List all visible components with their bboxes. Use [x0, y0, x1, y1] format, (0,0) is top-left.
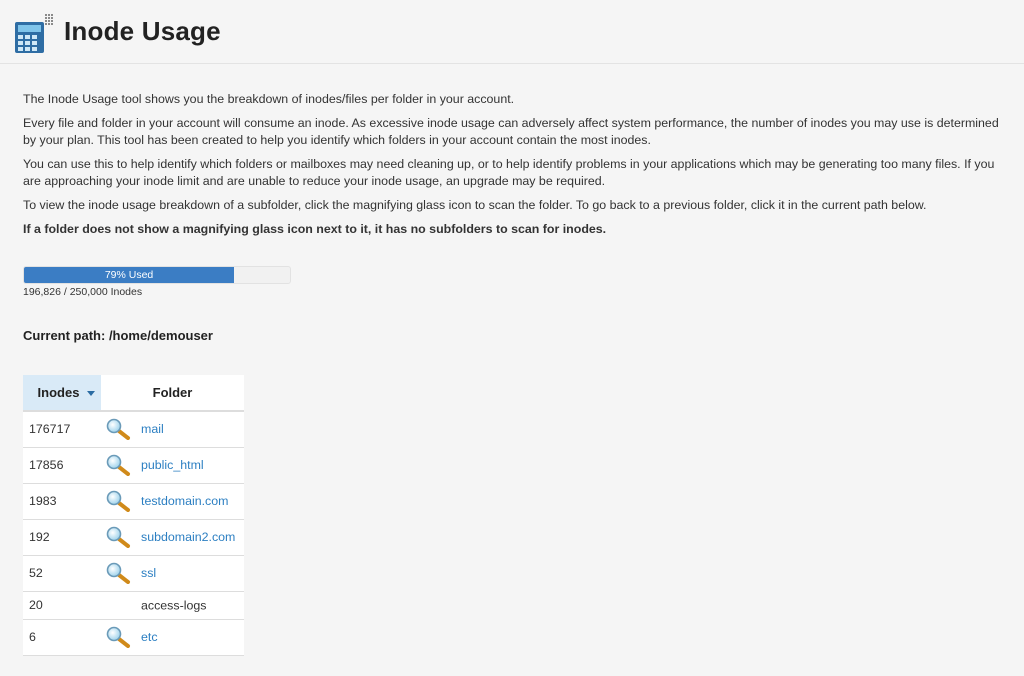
inode-table: Inodes Folder 176717 mail 17856 public_html… — [23, 375, 244, 656]
folder-link[interactable]: mail — [141, 422, 164, 436]
usage-count: 196,826 / 250,000 Inodes — [23, 286, 143, 298]
inodes-header-label: Inodes — [37, 385, 80, 400]
folder-link[interactable]: public_html — [141, 458, 204, 472]
page-title: Inode Usage — [64, 16, 221, 46]
magnifying-glass-icon[interactable] — [105, 418, 131, 441]
inode-count: 52 — [23, 555, 101, 592]
usage-percent-label: 79% Used — [104, 269, 154, 281]
folder-link[interactable]: testdomain.com — [141, 494, 228, 508]
inode-count: 1983 — [23, 483, 101, 520]
folder-link[interactable]: etc — [141, 630, 158, 644]
inode-count: 20 — [23, 591, 101, 620]
current-path[interactable]: Current path: /home/demouser — [23, 328, 213, 343]
intro-text: The Inode Usage tool shows you the break… — [23, 91, 1013, 245]
usage-progress-bar: 79% Used — [23, 266, 291, 284]
intro-paragraph: To view the inode usage breakdown of a s… — [23, 198, 927, 212]
inode-count: 176717 — [23, 411, 101, 448]
folder-cell: testdomain.com — [101, 483, 244, 520]
magnifying-glass-icon[interactable] — [105, 454, 131, 476]
magnifying-glass-icon[interactable] — [105, 490, 131, 512]
magnifying-glass-icon[interactable] — [105, 626, 131, 648]
folder-name: access-logs — [141, 598, 207, 613]
table-row: 192 subdomain2.com — [23, 519, 244, 556]
folder-cell: subdomain2.com — [101, 519, 244, 556]
folder-cell: mail — [101, 411, 244, 448]
table-row: 176717 mail — [23, 411, 244, 448]
folder-cell: ssl — [101, 555, 244, 592]
folder-link[interactable]: ssl — [141, 566, 156, 580]
inodes-column-header[interactable]: Inodes — [23, 375, 101, 412]
intro-note: If a folder does not show a magnifying g… — [23, 222, 607, 236]
magnifying-glass-icon[interactable] — [105, 526, 131, 548]
inode-count: 192 — [23, 519, 101, 556]
inode-usage-meter: 79% Used 196,826 / 250,000 Inodes — [23, 266, 291, 298]
folder-column-header[interactable]: Folder — [101, 375, 244, 412]
sort-desc-icon — [87, 391, 96, 397]
folder-link[interactable]: subdomain2.com — [141, 530, 235, 544]
inode-count: 6 — [23, 619, 101, 656]
page-header: Inode Usage — [0, 0, 1024, 64]
intro-paragraph: Every file and folder in your account wi… — [23, 116, 999, 147]
intro-paragraph: The Inode Usage tool shows you the break… — [23, 92, 515, 106]
folder-cell: etc — [101, 619, 244, 656]
inode-count: 17856 — [23, 447, 101, 484]
table-row: 1983 testdomain.com — [23, 483, 244, 520]
table-row: 20 access-logs — [23, 591, 244, 620]
table-row: 52 ssl — [23, 555, 244, 592]
table-row: 6 etc — [23, 619, 244, 656]
calculator-icon — [15, 14, 53, 53]
intro-paragraph: You can use this to help identify which … — [23, 157, 995, 188]
folder-cell: public_html — [101, 447, 244, 484]
magnifying-glass-icon[interactable] — [105, 562, 131, 584]
folder-cell: access-logs — [101, 591, 244, 620]
table-row: 17856 public_html — [23, 447, 244, 484]
